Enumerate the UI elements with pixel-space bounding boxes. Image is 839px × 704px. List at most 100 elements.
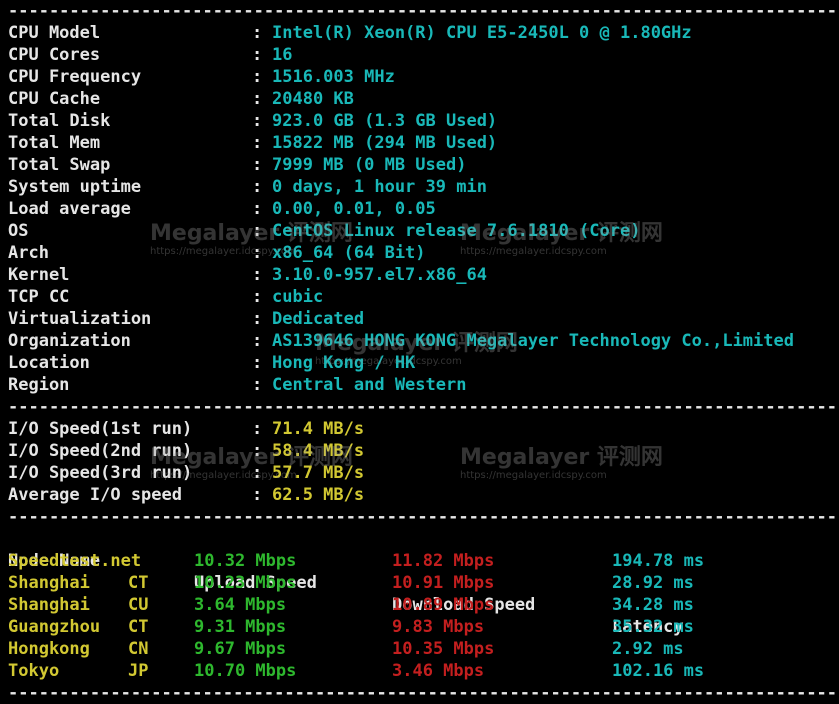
info-label: Virtualization [8, 309, 152, 329]
speedtest-row: Tokyo JP 10.70 Mbps 3.46 Mbps 102.16 ms [8, 660, 839, 682]
node-name: Shanghai [8, 573, 90, 593]
info-label: Total Swap [8, 155, 111, 175]
colon-separator: : [252, 375, 263, 395]
info-value: CentOS Linux release 7.6.1810 (Core) [272, 221, 641, 241]
info-label: I/O Speed(3rd run) [8, 463, 193, 483]
colon-separator: : [252, 265, 263, 285]
upload-speed: 3.64 Mbps [194, 595, 287, 615]
speedtest-section: Speedtest.net 10.32 Mbps 11.82 Mbps 194.78 … [8, 550, 839, 682]
separator-line: ----------------------------------------… [8, 397, 839, 417]
system-info-row: System uptime:0 days, 1 hour 39 min [8, 176, 839, 198]
node-name: Hongkong [8, 639, 90, 659]
io-test-row: I/O Speed(2nd run):58.4 MB/s [8, 440, 839, 462]
info-label: I/O Speed(1st run) [8, 419, 193, 439]
io-test-row: Average I/O speed:62.5 MB/s [8, 484, 839, 506]
system-info-row: Total Disk:923.0 GB (1.3 GB Used) [8, 110, 839, 132]
terminal-output: ----------------------------------------… [8, 0, 839, 704]
speedtest-row: Guangzhou CT 9.31 Mbps 9.83 Mbps 35.32 ms [8, 616, 839, 638]
upload-speed: 10.32 Mbps [194, 551, 297, 571]
info-label: Location [8, 353, 90, 373]
system-info-row: Region: Central and Western [8, 374, 839, 396]
speedtest-row: Speedtest.net 10.32 Mbps 11.82 Mbps 194.78 … [8, 550, 839, 572]
info-label: I/O Speed(2nd run) [8, 441, 193, 461]
node-name: Shanghai [8, 595, 90, 615]
separator-line: ----------------------------------------… [8, 1, 839, 21]
info-value: cubic [272, 287, 324, 307]
colon-separator: : [252, 463, 263, 483]
latency-value: 34.28 ms [612, 595, 694, 615]
system-info-section: CPU Model: Intel(R) Xeon(R) CPU E5-2450L … [8, 22, 839, 396]
node-name: Guangzhou [8, 617, 101, 637]
info-value: 58.4 MB/s [272, 441, 365, 461]
info-value: Intel(R) Xeon(R) CPU E5-2450L 0 @ 1.80GH… [272, 23, 692, 43]
colon-separator: : [252, 23, 263, 43]
upload-speed: 10.23 Mbps [194, 573, 297, 593]
info-label: CPU Model [8, 23, 101, 43]
system-info-row: TCP CC: cubic [8, 286, 839, 308]
info-value: Hong Kong / HK [272, 353, 416, 373]
isp-code: CU [128, 595, 149, 615]
info-value: AS139646 HONG KONG Megalayer Technology … [272, 331, 794, 351]
info-value: 1516.003 MHz [272, 67, 395, 87]
colon-separator: : [252, 243, 263, 263]
download-speed: 11.82 Mbps [392, 551, 495, 571]
info-value: 0 days, 1 hour 39 min [272, 177, 487, 197]
info-value: 16 [272, 45, 293, 65]
colon-separator: : [252, 111, 263, 131]
system-info-row: Virtualization: Dedicated [8, 308, 839, 330]
latency-value: 102.16 ms [612, 661, 705, 681]
colon-separator: : [252, 89, 263, 109]
latency-value: 2.92 ms [612, 639, 684, 659]
info-label: Total Mem [8, 133, 101, 153]
info-label: System uptime [8, 177, 142, 197]
colon-separator: : [252, 309, 263, 329]
isp-code: CT [128, 617, 149, 637]
system-info-row: Total Mem:15822 MB (294 MB Used) [8, 132, 839, 154]
latency-value: 35.32 ms [612, 617, 694, 637]
info-value: 7999 MB (0 MB Used) [272, 155, 467, 175]
io-test-row: I/O Speed(3rd run):57.7 MB/s [8, 462, 839, 484]
isp-code: CN [128, 639, 149, 659]
download-speed: 10.89 Mbps [392, 595, 495, 615]
system-info-row: OS: CentOS Linux release 7.6.1810 (Core) [8, 220, 839, 242]
info-value: Dedicated [272, 309, 365, 329]
info-value: 20480 KB [272, 89, 354, 109]
isp-code: JP [128, 661, 149, 681]
colon-separator: : [252, 45, 263, 65]
colon-separator: : [252, 353, 263, 373]
info-value: 71.4 MB/s [272, 419, 365, 439]
info-label: CPU Cache [8, 89, 101, 109]
system-info-row: CPU Model: Intel(R) Xeon(R) CPU E5-2450L … [8, 22, 839, 44]
colon-separator: : [252, 199, 263, 219]
info-value: 15822 MB (294 MB Used) [272, 133, 498, 153]
info-label: CPU Cores [8, 45, 101, 65]
colon-separator: : [252, 67, 263, 87]
info-value: 57.7 MB/s [272, 463, 365, 483]
info-label: Region [8, 375, 70, 395]
download-speed: 3.46 Mbps [392, 661, 485, 681]
speedtest-row: Shanghai CT 10.23 Mbps 10.91 Mbps 28.92 ms [8, 572, 839, 594]
system-info-row: Arch: x86_64 (64 Bit) [8, 242, 839, 264]
system-info-row: CPU Frequency:1516.003 MHz [8, 66, 839, 88]
info-label: TCP CC [8, 287, 70, 307]
info-label: OS [8, 221, 29, 241]
system-info-row: CPU Cores:16 [8, 44, 839, 66]
info-value: x86_64 (64 Bit) [272, 243, 426, 263]
system-info-row: Load average:0.00, 0.01, 0.05 [8, 198, 839, 220]
colon-separator: : [252, 155, 263, 175]
system-info-row: Organization: AS139646 HONG KONG Megalaye… [8, 330, 839, 352]
speedtest-row: Hongkong CN 9.67 Mbps 10.35 Mbps 2.92 ms [8, 638, 839, 660]
info-value: Central and Western [272, 375, 467, 395]
separator-line: ----------------------------------------… [8, 683, 839, 703]
info-value: 62.5 MB/s [272, 485, 365, 505]
colon-separator: : [252, 419, 263, 439]
info-value: 3.10.0-957.el7.x86_64 [272, 265, 487, 285]
speedtest-row: Shanghai CU 3.64 Mbps 10.89 Mbps 34.28 ms [8, 594, 839, 616]
upload-speed: 9.31 Mbps [194, 617, 287, 637]
info-value: 0.00, 0.01, 0.05 [272, 199, 436, 219]
colon-separator: : [252, 485, 263, 505]
speedtest-header-row: Node Name Upload Speed Download Speed La… [8, 528, 839, 637]
download-speed: 9.83 Mbps [392, 617, 485, 637]
io-test-section: I/O Speed(1st run):71.4 MB/s I/O Speed(2n… [8, 418, 839, 506]
download-speed: 10.35 Mbps [392, 639, 495, 659]
